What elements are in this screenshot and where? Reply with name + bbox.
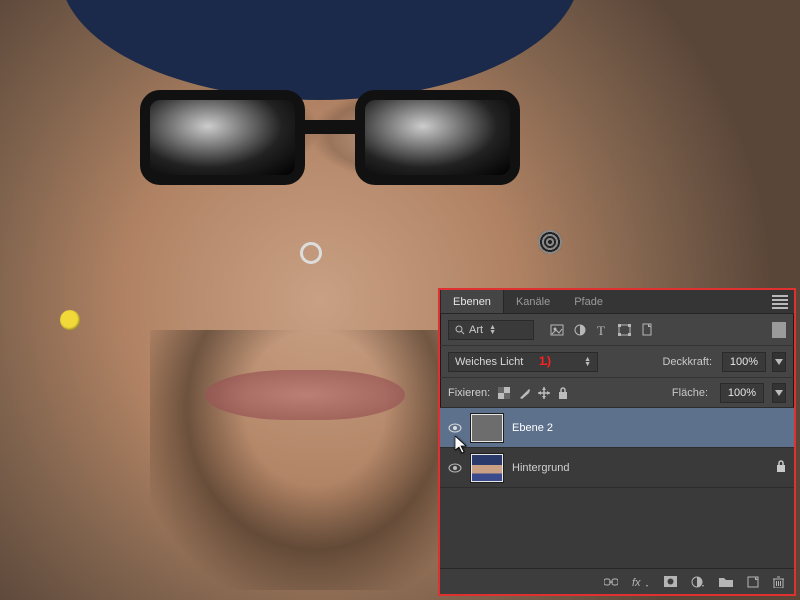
filter-label: Art <box>469 324 483 336</box>
adjustment-layer-icon[interactable] <box>691 576 705 588</box>
lock-label: Fixieren: <box>448 387 490 399</box>
lock-fill-row: Fixieren: Fläche: 100% <box>440 378 794 408</box>
annotation-marker: 1.) <box>539 354 550 368</box>
tab-channels[interactable]: Kanäle <box>504 290 562 313</box>
visibility-toggle[interactable] <box>448 463 462 473</box>
layer-fx-icon[interactable]: fx <box>632 576 650 588</box>
svg-text:T: T <box>597 324 605 336</box>
tab-paths[interactable]: Pfade <box>562 290 615 313</box>
layer-thumbnail[interactable] <box>470 413 504 443</box>
mouse-cursor <box>455 436 469 457</box>
blend-mode-dropdown[interactable]: Weiches Licht 1.) ▲▼ <box>448 352 598 372</box>
opacity-label: Deckkraft: <box>662 356 712 368</box>
fill-label: Fläche: <box>672 387 708 399</box>
layer-name[interactable]: Hintergrund <box>512 462 768 474</box>
opacity-input[interactable]: 100% <box>722 352 766 372</box>
layer-row[interactable]: Ebene 2 <box>440 408 794 448</box>
fill-input[interactable]: 100% <box>720 383 764 403</box>
layer-name[interactable]: Ebene 2 <box>512 422 786 434</box>
lock-position-icon[interactable] <box>538 387 550 399</box>
filter-row: Art ▲▼ T <box>440 314 794 346</box>
layer-list: Ebene 2 Hintergrund <box>440 408 794 568</box>
lock-pixels-icon[interactable] <box>518 387 530 399</box>
visibility-toggle[interactable] <box>448 423 462 433</box>
new-layer-icon[interactable] <box>747 576 759 588</box>
panel-footer: fx <box>440 568 794 594</box>
filter-type-icon[interactable]: T <box>596 324 608 336</box>
opacity-stepper[interactable] <box>772 352 786 372</box>
layer-thumbnail[interactable] <box>470 453 504 483</box>
search-icon <box>455 325 465 335</box>
filter-toggle[interactable] <box>772 322 786 338</box>
layer-mask-icon[interactable] <box>664 576 677 587</box>
filter-shape-icon[interactable] <box>618 324 631 336</box>
lock-transparency-icon[interactable] <box>498 387 510 399</box>
filter-adjust-icon[interactable] <box>574 324 586 336</box>
panel-tabs: Ebenen Kanäle Pfade <box>440 290 794 314</box>
link-layers-icon[interactable] <box>604 577 618 587</box>
svg-text:fx: fx <box>632 577 641 588</box>
blend-opacity-row: Weiches Licht 1.) ▲▼ Deckkraft: 100% <box>440 346 794 378</box>
filter-smart-icon[interactable] <box>641 323 653 336</box>
filter-pixel-icon[interactable] <box>550 324 564 336</box>
blend-mode-value: Weiches Licht <box>455 356 523 368</box>
lock-all-icon[interactable] <box>558 387 568 399</box>
layer-row[interactable]: Hintergrund <box>440 448 794 488</box>
lock-icon <box>776 460 786 475</box>
layer-filter-dropdown[interactable]: Art ▲▼ <box>448 320 534 340</box>
fill-stepper[interactable] <box>772 383 786 403</box>
tab-layers[interactable]: Ebenen <box>440 290 504 313</box>
delete-layer-icon[interactable] <box>773 576 784 588</box>
layers-panel: Ebenen Kanäle Pfade Art ▲▼ T Weiches Lic… <box>438 288 796 596</box>
new-group-icon[interactable] <box>719 576 733 587</box>
panel-menu-icon[interactable] <box>772 295 788 309</box>
